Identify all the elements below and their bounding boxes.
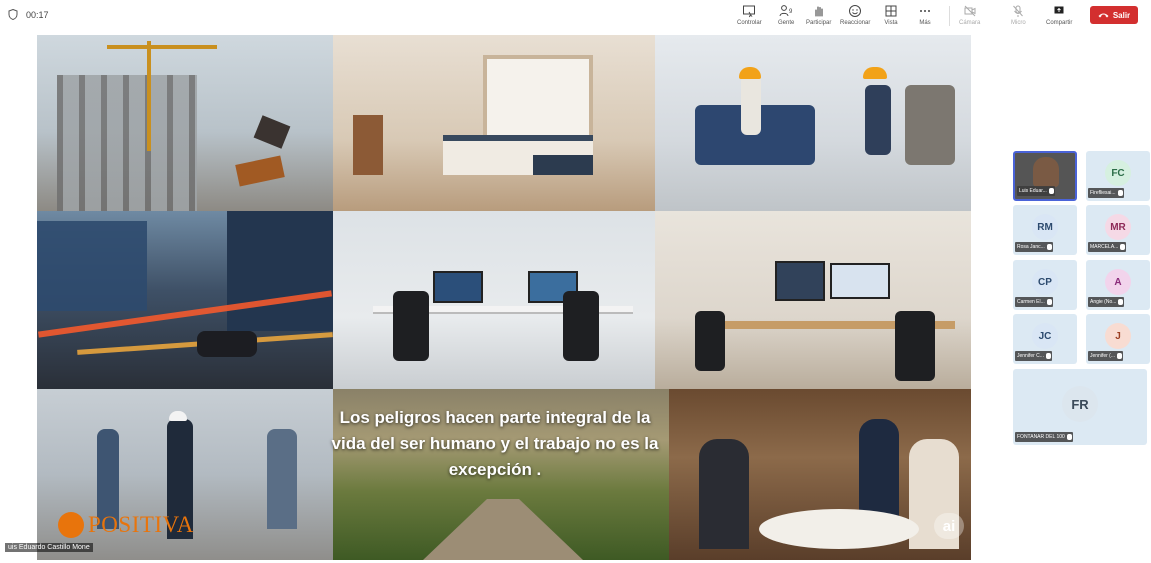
participant-name: Angie (No... xyxy=(1088,297,1125,307)
hang-up-icon xyxy=(1098,13,1109,18)
mic-off-icon xyxy=(1045,353,1051,359)
participant-tile[interactable]: Luis Eduar... xyxy=(1013,151,1077,201)
meeting-toolbar: 00:17 Controlar 9 Gente Participar Reacc… xyxy=(0,0,1151,32)
dinner-gathering-image xyxy=(669,389,971,560)
more-icon xyxy=(920,10,930,12)
city-highway-image xyxy=(37,211,333,389)
people-icon: 9 xyxy=(779,5,793,17)
mic-off-icon xyxy=(1013,5,1024,17)
emoji-icon xyxy=(849,5,862,17)
avatar: FR xyxy=(1062,386,1098,422)
bedroom-image xyxy=(333,35,655,211)
participant-name: Jennifer C... xyxy=(1015,351,1052,361)
participant-name-text: Angie (No... xyxy=(1090,299,1117,305)
share-button[interactable]: Compartir xyxy=(1046,4,1072,26)
participant-name: Carmen El... xyxy=(1015,297,1053,307)
avatar: FC xyxy=(1105,160,1131,186)
positiva-logo-text: POSITIVA xyxy=(88,512,194,537)
participant-tile[interactable]: FR FONTANAR DEL 100 xyxy=(1013,369,1147,445)
avatar: RM xyxy=(1032,214,1058,240)
people-button[interactable]: 9 Gente xyxy=(778,4,794,26)
avatar: A xyxy=(1105,269,1131,295)
mic-off-icon xyxy=(1046,299,1052,305)
positiva-logo: POSITIVA xyxy=(58,512,194,538)
mic-off-icon xyxy=(1066,434,1072,440)
react-label: Reaccionar xyxy=(840,20,871,26)
safety-quote: Los peligros hacen parte integral de la … xyxy=(331,408,659,479)
participant-video xyxy=(1033,157,1059,187)
elapsed-time: 00:17 xyxy=(26,9,49,20)
shared-screen: Los peligros hacen parte integral de la … xyxy=(37,35,971,560)
workers-living-room-image xyxy=(655,35,971,211)
camera-label: Cámara xyxy=(959,20,981,26)
share-screen-icon xyxy=(1054,6,1064,14)
participant-name: Firefliesai... xyxy=(1088,188,1124,198)
participant-name: MARCELA... xyxy=(1088,242,1127,252)
participant-name-text: Rosa Janc... xyxy=(1017,244,1045,250)
mic-off-icon xyxy=(1118,299,1124,305)
grid-view-icon xyxy=(885,5,897,17)
mic-off-icon xyxy=(1117,190,1123,196)
participant-name-text: FONTANAR DEL 100 xyxy=(1017,434,1065,440)
construction-site-image xyxy=(37,35,333,211)
control-button[interactable]: Controlar xyxy=(737,4,762,26)
presenter-name: uis Eduardo Castillo Mone xyxy=(8,544,90,551)
participant-name-text: Firefliesai... xyxy=(1090,190,1116,196)
presenter-name-tag: uis Eduardo Castillo Mone xyxy=(5,543,93,552)
react-button[interactable]: Reaccionar xyxy=(840,4,870,26)
raise-hand-label: Participar xyxy=(806,20,832,26)
remote-control-icon xyxy=(743,5,756,18)
shield-icon xyxy=(8,9,18,20)
participant-name-text: Luis Eduar... xyxy=(1019,188,1047,194)
participant-name: Luis Eduar... xyxy=(1017,186,1055,196)
people-count: 9 xyxy=(789,9,793,15)
participant-tile[interactable]: FC Firefliesai... xyxy=(1086,151,1150,201)
office-desks-image xyxy=(333,211,655,389)
toolbar-divider xyxy=(949,6,950,26)
workspace-monitors-image xyxy=(655,211,971,389)
participant-name: Rosa Janc... xyxy=(1015,242,1053,252)
participant-tile[interactable]: JC Jennifer C... xyxy=(1013,314,1077,364)
participant-tile[interactable]: CP Carmen El... xyxy=(1013,260,1077,310)
mic-off-icon xyxy=(1117,353,1123,359)
participant-tile[interactable]: A Angie (No... xyxy=(1086,260,1150,310)
participant-tile[interactable]: MR MARCELA... xyxy=(1086,205,1150,255)
participant-tile[interactable]: J Jennifer (... xyxy=(1086,314,1150,364)
participant-name: Jennifer (... xyxy=(1088,351,1124,361)
view-label: Vista xyxy=(884,20,898,26)
raise-hand-icon xyxy=(815,6,823,17)
participant-name: FONTANAR DEL 100 xyxy=(1015,432,1073,442)
mic-off-icon xyxy=(1048,188,1054,194)
mic-off-icon xyxy=(1120,244,1126,250)
leave-button[interactable]: Salir xyxy=(1090,6,1138,24)
positiva-logo-mark xyxy=(58,512,84,538)
camera-button[interactable]: Cámara xyxy=(959,4,980,26)
avatar: MR xyxy=(1105,214,1131,240)
mic-label: Micro xyxy=(1011,20,1026,26)
share-label: Compartir xyxy=(1046,20,1073,26)
more-button[interactable]: Más xyxy=(918,4,932,26)
meeting-timer: 00:17 xyxy=(8,9,49,20)
participant-name-text: Carmen El... xyxy=(1017,299,1045,305)
ai-badge: ai xyxy=(934,513,964,539)
raise-hand-button[interactable]: Participar xyxy=(806,4,831,26)
avatar: JC xyxy=(1032,323,1058,349)
leave-label: Salir xyxy=(1112,10,1131,20)
view-button[interactable]: Vista xyxy=(884,4,898,26)
participant-name-text: Jennifer (... xyxy=(1090,353,1116,359)
camera-off-icon xyxy=(964,5,976,17)
mic-off-icon xyxy=(1046,244,1052,250)
participant-name-text: Jennifer C... xyxy=(1017,353,1044,359)
people-label: Gente xyxy=(778,20,795,26)
participant-tile[interactable]: RM Rosa Janc... xyxy=(1013,205,1077,255)
more-label: Más xyxy=(919,20,931,26)
mic-button[interactable]: Micro xyxy=(1011,4,1026,26)
avatar: J xyxy=(1105,323,1131,349)
control-label: Controlar xyxy=(737,20,762,26)
avatar: CP xyxy=(1032,269,1058,295)
participant-name-text: MARCELA... xyxy=(1090,244,1119,250)
